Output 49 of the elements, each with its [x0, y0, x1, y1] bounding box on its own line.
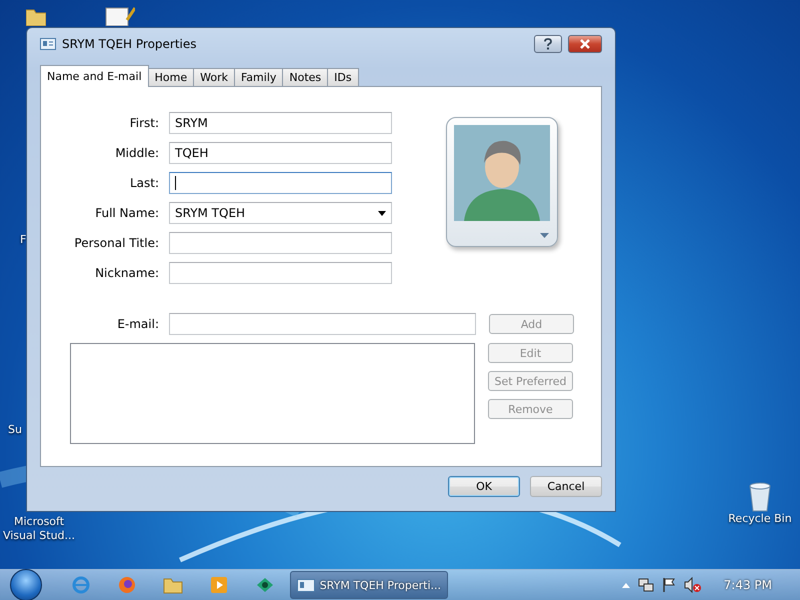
contact-card-icon	[40, 38, 56, 50]
input-field[interactable]: SRYM	[169, 112, 392, 134]
input-field[interactable]	[169, 262, 392, 284]
window-title: SRYM TQEH Properties	[62, 37, 198, 52]
tab[interactable]: Home	[148, 68, 194, 86]
network-icon[interactable]	[638, 577, 654, 593]
contact-card-icon	[297, 578, 315, 592]
desktop-icon-label[interactable]: F	[20, 233, 26, 247]
tab[interactable]: Family	[234, 68, 284, 86]
cancel-button[interactable]: Cancel	[530, 476, 602, 497]
input-field[interactable]	[169, 313, 476, 336]
help-button[interactable]	[534, 35, 562, 54]
input-field[interactable]: TQEH	[169, 142, 392, 164]
browser-fox-icon[interactable]	[117, 575, 137, 595]
start-button[interactable]	[10, 569, 42, 600]
field-label: Full Name:	[94, 206, 159, 220]
desktop-icon-label[interactable]: Microsoft Visual Stud...	[0, 515, 79, 543]
field-label: First:	[128, 116, 159, 130]
app-diamond-icon[interactable]	[255, 577, 275, 593]
speaker-muted-icon[interactable]	[684, 577, 702, 593]
recycle-bin-icon[interactable]	[747, 480, 773, 512]
flag-icon[interactable]	[662, 577, 676, 593]
notepad-icon[interactable]	[105, 6, 135, 26]
question-mark-icon	[544, 38, 552, 50]
person-silhouette-icon	[454, 125, 550, 222]
desktop-icon-label[interactable]: Su	[8, 423, 22, 437]
ok-button[interactable]: OK	[448, 476, 520, 497]
field-label: Middle:	[114, 146, 159, 160]
tab[interactable]: IDs	[327, 68, 359, 86]
close-icon	[580, 39, 590, 50]
dropdown-field[interactable]: SRYM TQEH	[169, 202, 392, 224]
field-label: Nickname:	[94, 266, 159, 280]
email-list[interactable]	[70, 343, 475, 444]
contact-picture-frame[interactable]	[446, 117, 558, 248]
input-field[interactable]	[169, 172, 392, 194]
tab[interactable]: Work	[193, 68, 235, 86]
dropdown-arrow-icon	[378, 210, 386, 216]
show-hidden-icons-icon[interactable]	[622, 582, 630, 588]
dropdown-arrow-icon[interactable]	[540, 233, 549, 238]
taskbar-window-button[interactable]: SRYM TQEH Properti...	[290, 571, 448, 599]
close-button[interactable]	[568, 35, 602, 54]
tab[interactable]: Name and E-mail	[40, 65, 149, 88]
desktop-icon-label[interactable]: Recycle Bin	[728, 512, 792, 526]
tab[interactable]: Notes	[282, 68, 328, 86]
input-field[interactable]	[169, 232, 392, 254]
field-label: Personal Title:	[73, 236, 159, 250]
field-label: Last:	[128, 176, 159, 190]
media-player-icon[interactable]	[210, 576, 228, 594]
field-label: E-mail:	[116, 317, 159, 332]
